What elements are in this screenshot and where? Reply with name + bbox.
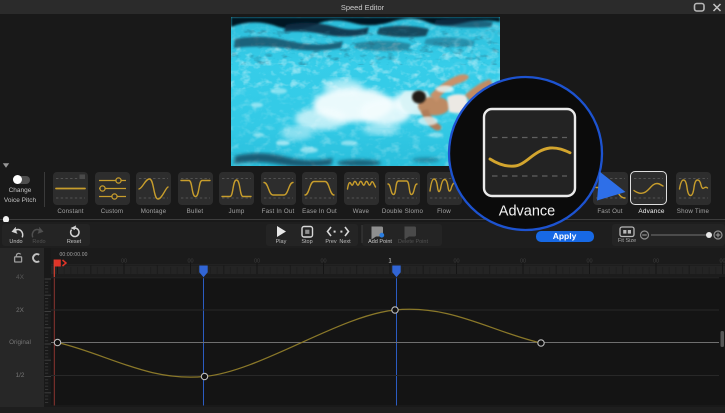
svg-text:Advance: Advance: [499, 204, 555, 220]
svg-text:00: 00: [320, 259, 326, 265]
svg-text:00: 00: [121, 259, 127, 265]
svg-text:1: 1: [388, 259, 392, 265]
svg-text:00: 00: [520, 259, 526, 265]
svg-text:00: 00: [719, 259, 725, 265]
svg-text:00: 00: [187, 259, 193, 265]
svg-text:00: 00: [653, 259, 659, 265]
svg-text:00: 00: [586, 259, 592, 265]
svg-text:00: 00: [254, 259, 260, 265]
svg-text:00: 00: [453, 259, 459, 265]
